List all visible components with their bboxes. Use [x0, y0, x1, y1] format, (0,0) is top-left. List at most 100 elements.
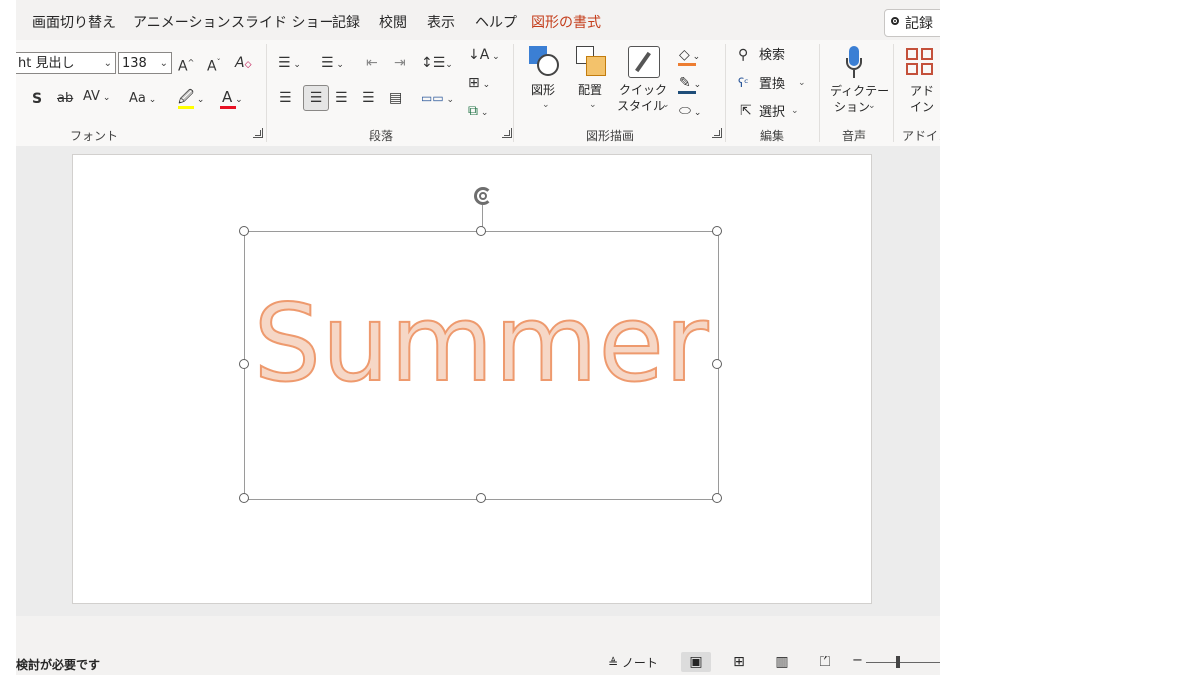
clear-formatting-icon[interactable]: A◇ [235, 54, 252, 74]
align-right-icon[interactable]: ☰ [335, 89, 348, 107]
group-separator [725, 44, 726, 142]
chevron-down-icon: ⌄ [159, 58, 168, 69]
tab-review[interactable]: 校閲 [379, 12, 407, 32]
zoom-out-button[interactable]: − [852, 653, 863, 668]
dictate-label-line1[interactable]: ディクテー [830, 84, 889, 99]
search-icon[interactable]: ⚲ [738, 46, 748, 64]
addin-label-line1[interactable]: アド [910, 84, 934, 99]
notes-button[interactable]: ≜ ノート [608, 654, 658, 671]
shape-outline-swatch [678, 91, 696, 94]
chevron-down-icon: ⌄ [542, 100, 550, 110]
tab-shape-format[interactable]: 図形の書式 [531, 12, 601, 32]
arrange-label[interactable]: 配置 [578, 83, 602, 98]
align-text-icon[interactable]: ⊞ ⌄ [468, 74, 490, 94]
microphone-icon[interactable] [846, 46, 862, 80]
tab-transitions[interactable]: 画面切り替え [32, 12, 116, 32]
increase-indent-icon[interactable]: ⇥ [394, 54, 406, 72]
notes-label: ノート [621, 656, 658, 670]
tab-view[interactable]: 表示 [427, 12, 455, 32]
addin-group-label: アドイン [902, 129, 940, 143]
decrease-indent-icon[interactable]: ⇤ [366, 54, 378, 72]
shapes-icon[interactable] [529, 46, 561, 78]
addin-label-line2[interactable]: イン [910, 100, 934, 115]
replace-icon[interactable]: ʕᶜ [738, 74, 749, 92]
slide-sorter-view-button[interactable]: ⊞ [724, 652, 754, 672]
quick-styles-icon[interactable] [628, 46, 660, 78]
text-shadow-icon[interactable]: S [32, 90, 42, 108]
quick-styles-label-line1[interactable]: クイック [619, 83, 667, 98]
decrease-font-size-icon[interactable]: Aˇ [207, 54, 221, 76]
tab-record[interactable]: 記録 [332, 12, 360, 32]
record-button-label: 記録 [905, 16, 933, 32]
chevron-down-icon: ⌄ [791, 106, 799, 116]
line-spacing-icon[interactable]: ↕☰⌄ [421, 54, 453, 74]
tab-help[interactable]: ヘルプ [475, 12, 517, 32]
reading-view-button[interactable]: ▥ [767, 652, 797, 672]
arrange-icon[interactable] [576, 46, 608, 78]
addins-icon[interactable] [906, 48, 934, 76]
resize-handle-left[interactable] [239, 359, 249, 369]
change-case-icon[interactable]: Aa ⌄ [129, 90, 156, 109]
font-dialog-launcher-icon[interactable] [253, 128, 263, 138]
cursor-select-icon[interactable]: ⇱ [740, 102, 752, 120]
align-center-icon[interactable]: ☰ [303, 85, 329, 111]
voice-group-label: 音声 [842, 129, 867, 143]
resize-handle-bottom[interactable] [476, 493, 486, 503]
quick-styles-label-line2[interactable]: スタイル [617, 99, 665, 114]
columns-icon[interactable]: ▭▭ ⌄ [421, 89, 454, 109]
zoom-slider-track[interactable] [866, 662, 940, 663]
drawing-dialog-launcher-icon[interactable] [712, 128, 722, 138]
group-separator [513, 44, 514, 142]
distributed-icon[interactable]: ▤ [389, 89, 402, 107]
drawing-group-label: 図形描画 [586, 129, 635, 143]
normal-view-button[interactable]: ▣ [681, 652, 711, 672]
rotate-handle-icon[interactable] [470, 185, 498, 231]
shape-effects-icon[interactable]: ⬭ ⌄ [679, 102, 701, 122]
slide[interactable]: Summer [72, 154, 872, 604]
record-button[interactable]: 記録 [884, 9, 940, 37]
resize-handle-top-left[interactable] [239, 226, 249, 236]
chevron-down-icon: ⌄ [798, 78, 806, 88]
chevron-down-icon: ⌄ [662, 100, 670, 110]
font-color-swatch [220, 106, 236, 109]
strikethrough-icon[interactable]: ab [57, 90, 73, 108]
chevron-down-icon: ⌄ [589, 100, 597, 110]
align-left-icon[interactable]: ☰ [279, 89, 292, 107]
bullets-icon[interactable]: ☰ ⌄ [278, 54, 301, 74]
character-spacing-icon[interactable]: AV ⌄ [83, 88, 110, 107]
increase-font-size-icon[interactable]: A^ [178, 54, 194, 76]
replace-button[interactable]: 置換 [759, 77, 785, 92]
paragraph-dialog-launcher-icon[interactable] [502, 128, 512, 138]
tab-slideshow[interactable]: スライド ショー [231, 12, 333, 32]
record-icon [891, 17, 899, 25]
group-separator [893, 44, 894, 142]
accessibility-status[interactable]: 検討が必要です [16, 656, 100, 673]
paragraph-group-label: 段落 [369, 129, 394, 143]
slideshow-view-button[interactable]: ⏍ [810, 652, 840, 672]
notes-pane-area [16, 616, 940, 650]
resize-handle-right[interactable] [712, 359, 722, 369]
convert-smartart-icon[interactable]: ⧉ ⌄ [468, 102, 488, 122]
tab-animations[interactable]: アニメーション [133, 12, 230, 32]
font-size-combo[interactable]: 138 ⌄ [118, 52, 172, 74]
find-button[interactable]: 検索 [759, 48, 785, 63]
wordart-text[interactable]: Summer [245, 283, 718, 405]
resize-handle-top-right[interactable] [712, 226, 722, 236]
text-direction-icon[interactable]: ↓A ⌄ [468, 46, 500, 66]
justify-icon[interactable]: ☰ [362, 89, 375, 107]
editing-group-label: 編集 [760, 129, 785, 143]
resize-handle-bottom-left[interactable] [239, 493, 249, 503]
group-separator [266, 44, 267, 142]
text-box-selection[interactable]: Summer [239, 226, 722, 503]
zoom-slider-thumb[interactable] [896, 656, 900, 668]
dictate-label-line2[interactable]: ション [834, 100, 870, 115]
notes-icon: ≜ [608, 656, 619, 670]
resize-handle-bottom-right[interactable] [712, 493, 722, 503]
numbering-icon[interactable]: ☰ ⌄ [321, 54, 344, 74]
shapes-label[interactable]: 図形 [531, 83, 555, 98]
font-name-value: ht 見出し [18, 56, 75, 71]
resize-handle-top[interactable] [476, 226, 486, 236]
font-name-combo[interactable]: ht 見出し ⌄ [16, 52, 116, 74]
shape-fill-swatch [678, 63, 696, 66]
select-button[interactable]: 選択 [759, 105, 785, 120]
